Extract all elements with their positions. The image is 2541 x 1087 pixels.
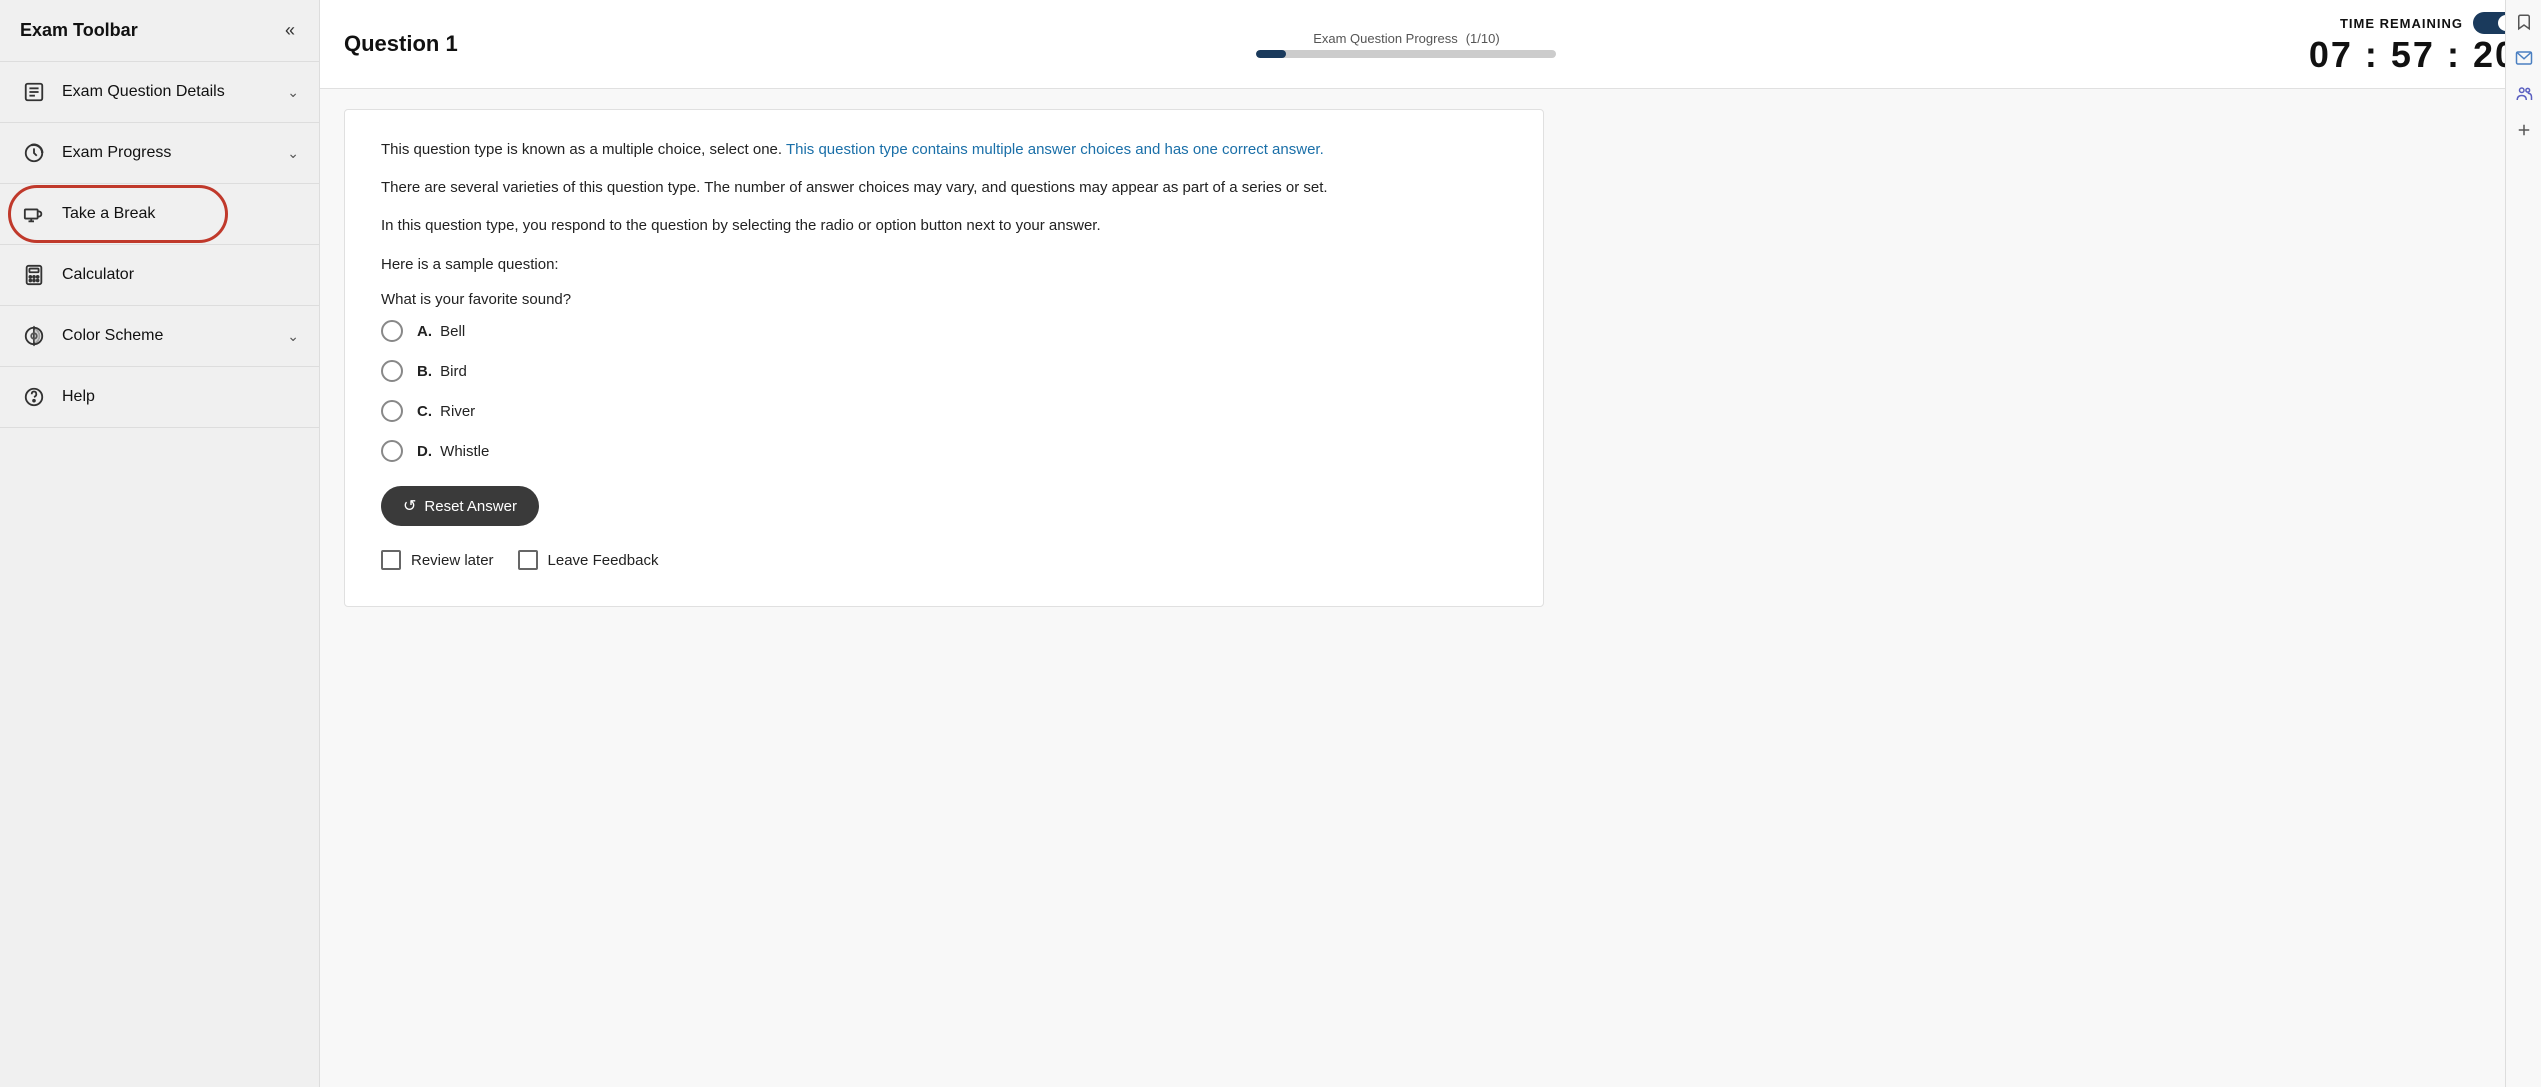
sidebar-item-exam-question-details[interactable]: Exam Question Details ⌄ — [0, 62, 319, 123]
timer-section: TIME REMAINING 07 : 57 : 20 — [2309, 12, 2517, 76]
teams-icon[interactable] — [2510, 80, 2538, 108]
progress-text: Exam Question Progress — [1313, 31, 1458, 46]
choice-letter-c: C. — [417, 403, 432, 420]
sidebar-item-calculator[interactable]: Calculator — [0, 245, 319, 306]
review-later-label: Review later — [411, 552, 494, 569]
mail-icon[interactable] — [2510, 44, 2538, 72]
reset-button-label: Reset Answer — [424, 498, 517, 515]
choice-b[interactable]: B. Bird — [381, 360, 1507, 382]
progress-bar-fill — [1256, 50, 1286, 58]
choice-letter-a: A. — [417, 323, 432, 340]
sidebar-header: Exam Toolbar « — [0, 0, 319, 62]
sample-label: Here is a sample question: — [381, 256, 1507, 273]
choice-text-c: River — [440, 403, 475, 420]
calculator-icon — [20, 261, 48, 289]
progress-icon — [20, 139, 48, 167]
radio-d[interactable] — [381, 440, 403, 462]
progress-section: Exam Question Progress (1/10) — [524, 31, 2289, 58]
reset-answer-button[interactable]: ↺ Reset Answer — [381, 486, 539, 526]
plus-icon[interactable] — [2510, 116, 2538, 144]
radio-b[interactable] — [381, 360, 403, 382]
question-title: Question 1 — [344, 31, 504, 57]
bookmark-icon[interactable] — [2510, 8, 2538, 36]
progress-bar-container — [1256, 50, 1556, 58]
chevron-down-icon: ⌄ — [287, 84, 299, 101]
choice-text-b: Bird — [440, 363, 467, 380]
choice-label-b: B. Bird — [417, 363, 467, 380]
sidebar-item-help[interactable]: Help — [0, 367, 319, 428]
choice-letter-d: D. — [417, 443, 432, 460]
progress-label: Exam Question Progress (1/10) — [1313, 31, 1499, 46]
instruction-part1: This question type is known as a multipl… — [381, 141, 786, 158]
review-later-checkbox[interactable] — [381, 550, 401, 570]
instruction-line-2: There are several varieties of this ques… — [381, 176, 1507, 200]
choice-text-d: Whistle — [440, 443, 489, 460]
choice-d[interactable]: D. Whistle — [381, 440, 1507, 462]
sidebar-item-label-take-a-break: Take a Break — [62, 205, 299, 223]
chevron-down-icon-2: ⌄ — [287, 145, 299, 162]
top-header: Question 1 Exam Question Progress (1/10)… — [320, 0, 2541, 89]
review-later-action[interactable]: Review later — [381, 550, 494, 570]
reset-icon: ↺ — [403, 496, 416, 516]
question-card: This question type is known as a multipl… — [344, 109, 1544, 607]
color-scheme-icon — [20, 322, 48, 350]
bottom-actions: Review later Leave Feedback — [381, 550, 1507, 570]
sidebar-title: Exam Toolbar — [20, 20, 138, 41]
choice-letter-b: B. — [417, 363, 432, 380]
choice-a[interactable]: A. Bell — [381, 320, 1507, 342]
sidebar-item-take-a-break[interactable]: Take a Break — [0, 184, 319, 245]
leave-feedback-label: Leave Feedback — [548, 552, 659, 569]
sidebar-item-label-exam-progress: Exam Progress — [62, 144, 273, 162]
choice-label-c: C. River — [417, 403, 475, 420]
sidebar-item-color-scheme[interactable]: Color Scheme ⌄ — [0, 306, 319, 367]
sidebar-item-label-calculator: Calculator — [62, 266, 299, 284]
timer-label: TIME REMAINING — [2340, 16, 2463, 31]
question-text: What is your favorite sound? — [381, 291, 1507, 308]
right-panel — [2505, 0, 2541, 1087]
sidebar-item-label-color-scheme: Color Scheme — [62, 327, 273, 345]
choice-label-d: D. Whistle — [417, 443, 489, 460]
sidebar-item-label-exam-question-details: Exam Question Details — [62, 83, 273, 101]
timer-value: 07 : 57 : 20 — [2309, 34, 2517, 76]
sidebar-item-exam-progress[interactable]: Exam Progress ⌄ — [0, 123, 319, 184]
collapse-button[interactable]: « — [281, 16, 299, 45]
help-icon — [20, 383, 48, 411]
choice-text-a: Bell — [440, 323, 465, 340]
radio-c[interactable] — [381, 400, 403, 422]
main-content: Question 1 Exam Question Progress (1/10)… — [320, 0, 2541, 1087]
chevron-down-icon-3: ⌄ — [287, 328, 299, 345]
instruction-line-1: This question type is known as a multipl… — [381, 138, 1507, 162]
sidebar-item-label-help: Help — [62, 388, 299, 406]
answer-choices: A. Bell B. Bird C. River — [381, 320, 1507, 462]
question-area: This question type is known as a multipl… — [320, 89, 2541, 1087]
sidebar: Exam Toolbar « Exam Question Details ⌄ E… — [0, 0, 320, 1087]
progress-count: (1/10) — [1466, 31, 1500, 46]
choice-c[interactable]: C. River — [381, 400, 1507, 422]
instruction-line-3: In this question type, you respond to th… — [381, 214, 1507, 238]
choice-label-a: A. Bell — [417, 323, 465, 340]
radio-a[interactable] — [381, 320, 403, 342]
document-icon — [20, 78, 48, 106]
timer-label-row: TIME REMAINING — [2340, 12, 2517, 34]
instruction-highlight: This question type contains multiple ans… — [786, 141, 1324, 158]
leave-feedback-action[interactable]: Leave Feedback — [518, 550, 659, 570]
break-icon — [20, 200, 48, 228]
leave-feedback-checkbox[interactable] — [518, 550, 538, 570]
